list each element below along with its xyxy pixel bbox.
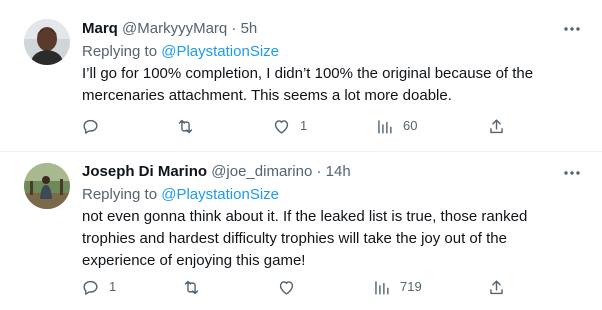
retweet-icon — [182, 278, 201, 297]
views-icon — [375, 117, 394, 136]
heart-icon — [272, 117, 291, 136]
avatar[interactable] — [24, 163, 70, 209]
share-button[interactable] — [487, 276, 506, 298]
tweet[interactable]: Joseph Di Marino @joe_dimarino · 14h Rep… — [0, 152, 602, 310]
replying-to: Replying to @PlaystationSize — [82, 41, 582, 63]
views-button[interactable]: 719 — [372, 276, 422, 298]
avatar[interactable] — [24, 19, 70, 65]
reply-icon — [81, 117, 100, 136]
display-name[interactable]: Marq — [82, 20, 118, 37]
tweet-actions: 1 60 — [0, 115, 602, 137]
more-horizontal-icon — [562, 163, 582, 183]
more-options-button[interactable] — [562, 163, 582, 183]
retweet-icon — [176, 117, 195, 136]
more-options-button[interactable] — [562, 19, 582, 39]
user-handle[interactable]: @joe_dimarino — [211, 163, 312, 180]
separator-dot: · — [231, 20, 237, 37]
view-count: 719 — [400, 279, 422, 294]
replying-to: Replying to @PlaystationSize — [82, 184, 582, 206]
replying-to-handle[interactable]: @PlaystationSize — [161, 186, 279, 203]
user-handle[interactable]: @MarkyyyMarq — [122, 20, 227, 37]
reply-button[interactable]: 1 — [81, 276, 116, 298]
share-icon — [487, 117, 506, 136]
reply-button[interactable] — [81, 115, 109, 137]
like-button[interactable]: 1 — [272, 115, 307, 137]
tweet-text: I’ll go for 100% completion, I didn’t 10… — [82, 65, 534, 104]
share-button[interactable] — [487, 115, 506, 137]
reply-icon — [81, 278, 100, 297]
display-name[interactable]: Joseph Di Marino — [82, 163, 207, 180]
view-count: 60 — [403, 118, 418, 133]
tweet-actions: 1 719 — [0, 276, 602, 298]
replying-to-label: Replying to — [82, 43, 158, 60]
tweet-text: not even gonna think about it. If the le… — [82, 208, 528, 269]
reply-count: 1 — [109, 279, 117, 294]
like-count: 1 — [300, 118, 308, 133]
separator-dot: · — [316, 163, 322, 180]
retweet-button[interactable] — [182, 276, 210, 298]
share-icon — [487, 278, 506, 297]
heart-icon — [277, 278, 296, 297]
views-icon — [372, 278, 391, 297]
more-horizontal-icon — [562, 19, 582, 39]
timestamp[interactable]: 5h — [241, 20, 258, 37]
retweet-button[interactable] — [176, 115, 204, 137]
like-button[interactable] — [277, 276, 305, 298]
replying-to-handle[interactable]: @PlaystationSize — [161, 43, 279, 60]
replying-to-label: Replying to — [82, 186, 158, 203]
views-button[interactable]: 60 — [375, 115, 417, 137]
tweet[interactable]: Marq @MarkyyyMarq · 5h Replying to @Play… — [0, 0, 602, 152]
timestamp[interactable]: 14h — [326, 163, 351, 180]
